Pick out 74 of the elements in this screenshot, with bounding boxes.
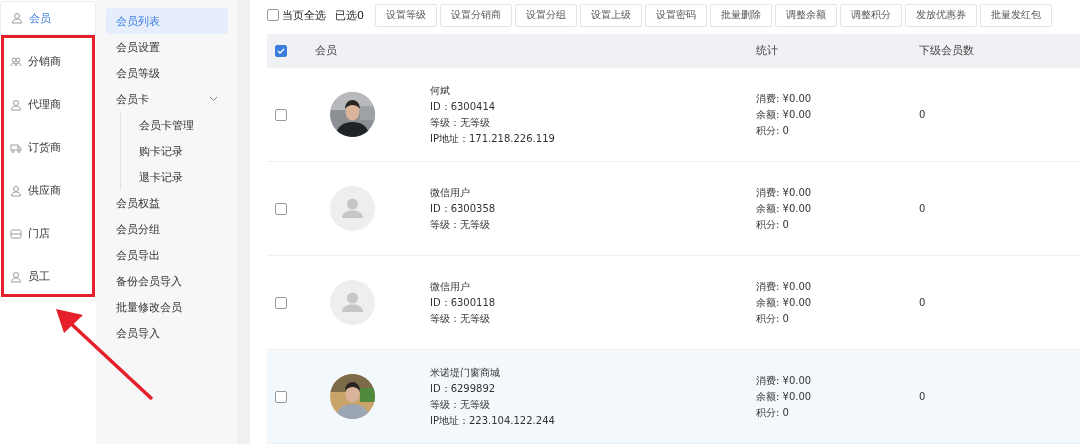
default-avatar-icon <box>330 186 375 231</box>
submenu-item[interactable]: 批量修改会员 <box>106 294 228 320</box>
submenu-item[interactable]: 会员列表 <box>106 8 228 34</box>
submenu-item[interactable]: 会员等级 <box>106 60 228 86</box>
selected-count: 已选0 <box>335 7 364 23</box>
store-icon <box>10 227 22 240</box>
member-name: 微信用户 <box>430 279 471 294</box>
member-level: 等级：无等级 <box>430 115 491 130</box>
stat-line: 积分: 0 <box>756 217 790 232</box>
member-id: ID：6299892 <box>430 381 497 396</box>
member-name: 米诺堤门窗商城 <box>430 365 501 380</box>
row-checkbox[interactable] <box>275 296 287 309</box>
user-icon <box>11 12 23 24</box>
nav-item[interactable]: 会员 <box>0 1 96 35</box>
submenu-item[interactable]: 会员设置 <box>106 34 228 60</box>
select-all-checkbox[interactable] <box>267 9 279 21</box>
submenu-item[interactable]: 会员导出 <box>106 242 228 268</box>
submenu-item[interactable]: 备份会员导入 <box>106 268 228 294</box>
member-level: 等级：无等级 <box>430 397 491 412</box>
submenu-item[interactable]: 购卡记录 <box>129 138 228 164</box>
sub-member-count: 0 <box>919 389 927 404</box>
toolbar-button[interactable]: 调整积分 <box>840 3 902 27</box>
toolbar-button[interactable]: 设置分组 <box>515 3 577 27</box>
users-icon <box>10 55 22 68</box>
stat-line: 消费: ¥0.00 <box>756 91 813 106</box>
toolbar-button[interactable]: 设置上级 <box>580 3 642 27</box>
toolbar-button[interactable]: 批量删除 <box>710 3 772 27</box>
default-avatar-icon <box>330 280 375 325</box>
select-all-label: 当页全选 <box>282 7 326 23</box>
toolbar-button[interactable]: 设置密码 <box>645 3 707 27</box>
sub-member-count: 0 <box>919 107 927 122</box>
submenu-item[interactable]: 会员卡管理 <box>129 112 228 138</box>
submenu-item[interactable]: 会员权益 <box>106 190 228 216</box>
user-icon <box>10 270 22 283</box>
header-checkbox[interactable] <box>275 45 287 57</box>
stat-line: 余额: ¥0.00 <box>756 201 813 216</box>
toolbar-button[interactable]: 发放优惠券 <box>905 3 977 27</box>
row-checkbox[interactable] <box>275 108 287 121</box>
member-name: 微信用户 <box>430 185 471 200</box>
sub-member-count: 0 <box>919 295 927 310</box>
stat-line: 余额: ¥0.00 <box>756 107 813 122</box>
member-id: ID：6300358 <box>430 201 497 216</box>
sub-member-count: 0 <box>919 201 927 216</box>
submenu-item[interactable]: 会员卡 <box>106 86 228 112</box>
row-checkbox[interactable] <box>275 390 287 403</box>
toolbar-button[interactable]: 设置等级 <box>375 3 437 27</box>
submenu-item[interactable]: 会员分组 <box>106 216 228 242</box>
member-level: 等级：无等级 <box>430 311 491 326</box>
member-ip: IP地址：223.104.122.244 <box>430 413 556 428</box>
member-id: ID：6300118 <box>430 295 497 310</box>
stat-line: 积分: 0 <box>756 311 790 326</box>
member-ip: IP地址：171.218.226.119 <box>430 131 556 146</box>
stat-line: 余额: ¥0.00 <box>756 295 813 310</box>
user-icon <box>10 98 22 111</box>
stat-line: 积分: 0 <box>756 405 790 420</box>
stat-line: 余额: ¥0.00 <box>756 389 813 404</box>
stat-line: 积分: 0 <box>756 123 790 138</box>
row-checkbox[interactable] <box>275 202 287 215</box>
toolbar-button[interactable]: 设置分销商 <box>440 3 512 27</box>
member-name: 何斌 <box>430 83 451 98</box>
member-level: 等级：无等级 <box>430 217 491 232</box>
submenu-item[interactable]: 会员导入 <box>106 320 228 346</box>
toolbar-button[interactable]: 批量发红包 <box>980 3 1052 27</box>
column-header: 统计 <box>756 44 779 58</box>
member-id: ID：6300414 <box>430 99 497 114</box>
stat-line: 消费: ¥0.00 <box>756 373 813 388</box>
stat-line: 消费: ¥0.00 <box>756 185 813 200</box>
stat-line: 消费: ¥0.00 <box>756 279 813 294</box>
column-header: 会员 <box>315 44 338 58</box>
toolbar-button[interactable]: 调整余额 <box>775 3 837 27</box>
user-icon <box>10 184 22 197</box>
column-header: 下级会员数 <box>919 44 975 58</box>
submenu-item[interactable]: 退卡记录 <box>129 164 228 190</box>
truck-icon <box>10 141 22 154</box>
